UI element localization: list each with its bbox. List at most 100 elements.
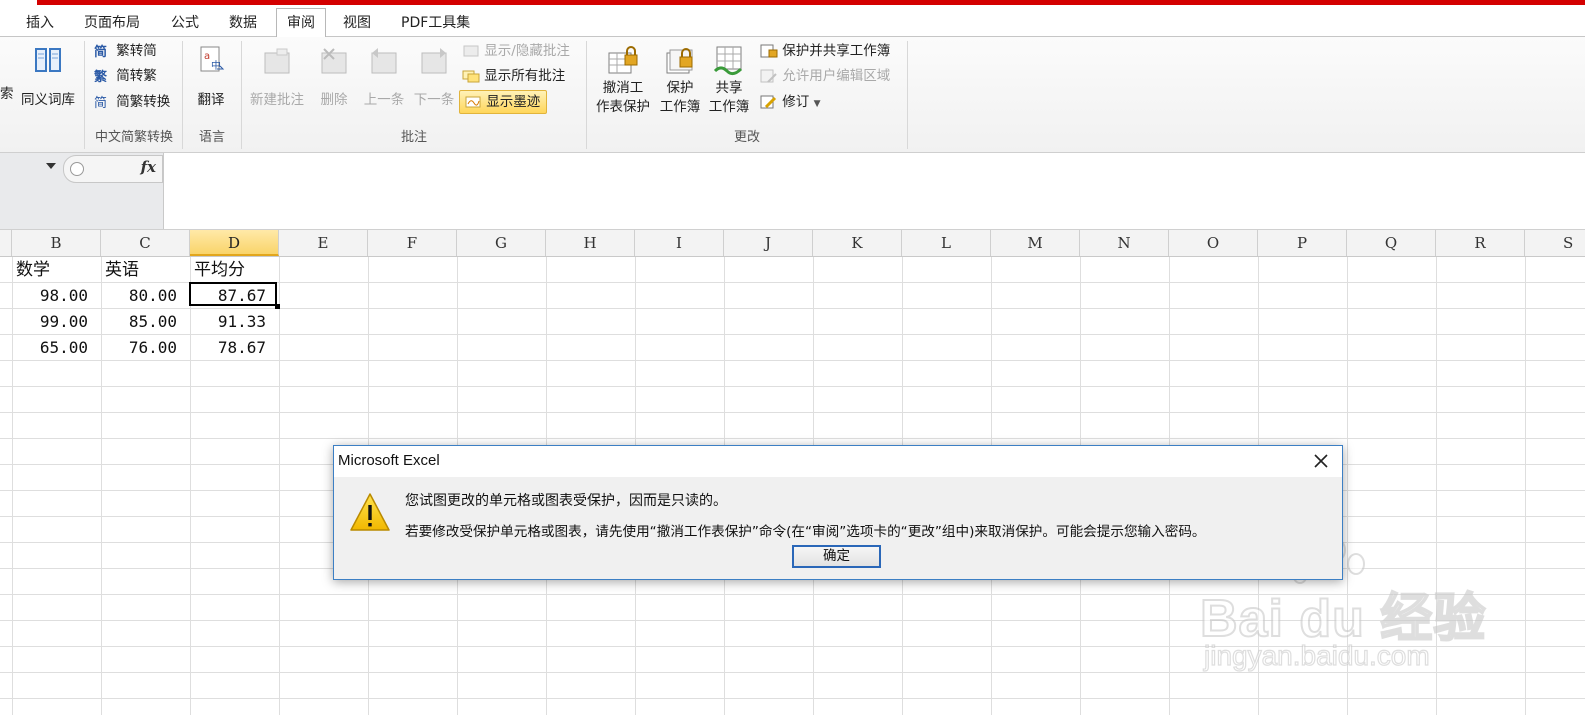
column-header[interactable]: Q — [1347, 230, 1436, 256]
research-button[interactable]: 索 — [0, 85, 14, 104]
column-header[interactable]: I — [635, 230, 724, 256]
column-header[interactable]: B — [12, 230, 101, 256]
cell-b1[interactable]: 数学 — [16, 257, 50, 283]
show-ink-button[interactable]: 显示墨迹 — [459, 90, 548, 114]
ink-icon — [465, 96, 481, 108]
show-all-comments-button[interactable]: 显示所有批注 — [462, 65, 565, 87]
allow-edit-ranges-button[interactable]: 允许用户编辑区域 — [760, 65, 890, 87]
cell-c3[interactable]: 85.00 — [101, 309, 177, 335]
cell-b3[interactable]: 99.00 — [12, 309, 88, 335]
ok-button[interactable]: 确定 — [792, 545, 881, 568]
to-simplified-button[interactable]: 简 繁转简 — [94, 40, 157, 62]
track-changes-button[interactable]: 修订 ▼ — [760, 91, 821, 113]
translate-label: 翻译 — [197, 92, 225, 108]
column-header-partial[interactable]: S — [1525, 230, 1585, 256]
tab-formulas[interactable]: 公式 — [171, 11, 199, 35]
track-changes-dropdown-icon[interactable]: ▼ — [814, 99, 821, 109]
unprotect-sheet-label-2: 作表保护 — [596, 99, 650, 115]
cell-d3[interactable]: 91.33 — [190, 309, 266, 335]
dialog-title-bar[interactable]: Microsoft Excel — [334, 446, 1342, 477]
cell-b4[interactable]: 65.00 — [12, 335, 88, 361]
column-header[interactable]: J — [724, 230, 813, 256]
thesaurus-label: 同义词库 — [21, 92, 75, 108]
cell-d1[interactable]: 平均分 — [194, 257, 245, 283]
convert-label: 简繁转换 — [116, 94, 171, 110]
show-hide-comment-label: 显示/隐藏批注 — [484, 43, 570, 59]
cell-d4[interactable]: 78.67 — [190, 335, 266, 361]
close-icon[interactable] — [1312, 452, 1330, 470]
dialog-message-line1: 您试图更改的单元格或图表受保护，因而是只读的。 — [405, 493, 727, 509]
group-label-changes: 更改 — [733, 130, 760, 145]
next-comment-icon — [421, 48, 447, 74]
show-ink-label: 显示墨迹 — [486, 94, 541, 110]
column-header[interactable]: G — [457, 230, 546, 256]
sheet-lock-icon — [608, 46, 638, 74]
formula-bar-handle-icon[interactable] — [70, 162, 84, 176]
tab-view[interactable]: 视图 — [343, 11, 371, 35]
svg-text:繁: 繁 — [94, 69, 108, 84]
column-header-a-partial[interactable] — [0, 230, 12, 256]
unprotect-sheet-button[interactable]: 撤消工 作表保护 — [592, 45, 654, 117]
group-label-comments: 批注 — [400, 130, 427, 145]
cell-c1[interactable]: 英语 — [105, 257, 139, 283]
protect-workbook-button[interactable]: 保护 工作簿 — [657, 45, 703, 117]
thesaurus-button[interactable]: 同义词库 — [18, 45, 78, 110]
protect-share-label: 保护并共享工作簿 — [782, 43, 891, 59]
watermark-url: jingyan.baidu.com — [1203, 639, 1430, 671]
delete-comment-label: 删除 — [320, 92, 348, 108]
tab-pdf-tools[interactable]: PDF工具集 — [401, 11, 470, 35]
svg-text:简: 简 — [94, 44, 107, 59]
column-header[interactable]: H — [546, 230, 635, 256]
next-comment-label: 下一条 — [413, 92, 455, 108]
prev-comment-label: 上一条 — [363, 92, 405, 108]
next-comment-button[interactable]: 下一条 — [410, 45, 458, 110]
dialog-title: Microsoft Excel — [338, 452, 440, 469]
to-traditional-button[interactable]: 繁 简转繁 — [94, 65, 157, 87]
column-header[interactable]: O — [1169, 230, 1258, 256]
cell-c4[interactable]: 76.00 — [101, 335, 177, 361]
translate-icon: a中 — [200, 46, 225, 72]
column-headers: B C D E F G H I J K L M N O P Q R S — [0, 230, 1585, 257]
traditional-char-icon: 繁 — [94, 69, 108, 84]
column-header[interactable]: K — [813, 230, 902, 256]
convert-button[interactable]: 简 简繁转换 — [94, 91, 170, 113]
simplified-char-icon: 简 — [94, 44, 107, 59]
translate-button[interactable]: a中 翻译 — [190, 45, 232, 110]
tab-review[interactable]: 审阅 — [276, 8, 326, 38]
cell-b2[interactable]: 98.00 — [12, 283, 88, 309]
allow-edit-icon — [760, 69, 777, 83]
tab-page-layout[interactable]: 页面布局 — [84, 11, 140, 35]
show-hide-comment-button[interactable]: 显示/隐藏批注 — [462, 40, 570, 62]
protect-share-button[interactable]: 保护并共享工作簿 — [760, 40, 890, 62]
show-all-comments-label: 显示所有批注 — [484, 68, 566, 84]
column-header[interactable]: L — [902, 230, 991, 256]
column-header[interactable]: R — [1436, 230, 1525, 256]
name-box-dropdown-icon[interactable] — [46, 163, 56, 169]
column-header[interactable]: N — [1080, 230, 1169, 256]
delete-comment-button[interactable]: 删除 — [315, 45, 353, 110]
new-comment-label: 新建批注 — [250, 92, 304, 108]
column-header[interactable]: C — [101, 230, 190, 256]
group-label-language: 语言 — [198, 130, 225, 145]
protect-workbook-label-1: 保护 — [666, 80, 694, 96]
fill-handle[interactable] — [275, 304, 280, 309]
dialog-message-line2: 若要修改受保护单元格或图表，请先使用“撤消工作表保护”命令(在“审阅”选项卡的“… — [405, 524, 1206, 540]
prev-comment-icon — [371, 48, 397, 74]
column-header-selected[interactable]: D — [190, 230, 279, 256]
insert-function-icon[interactable]: fx — [141, 158, 156, 176]
prev-comment-button[interactable]: 上一条 — [360, 45, 408, 110]
column-header[interactable]: E — [279, 230, 368, 256]
column-header[interactable]: M — [991, 230, 1080, 256]
cell-c2[interactable]: 80.00 — [101, 283, 177, 309]
new-comment-button[interactable]: 新建批注 — [246, 45, 308, 110]
formula-bar: fx — [0, 153, 1585, 230]
share-workbook-button[interactable]: 共享 工作簿 — [706, 45, 752, 117]
new-comment-icon — [264, 48, 290, 74]
tab-insert[interactable]: 插入 — [26, 11, 54, 35]
column-header[interactable]: F — [368, 230, 457, 256]
tab-data[interactable]: 数据 — [229, 11, 257, 35]
workbook-lock-icon — [666, 48, 693, 74]
column-header[interactable]: P — [1258, 230, 1347, 256]
formula-input[interactable] — [164, 153, 1585, 229]
active-cell-border — [189, 282, 277, 306]
